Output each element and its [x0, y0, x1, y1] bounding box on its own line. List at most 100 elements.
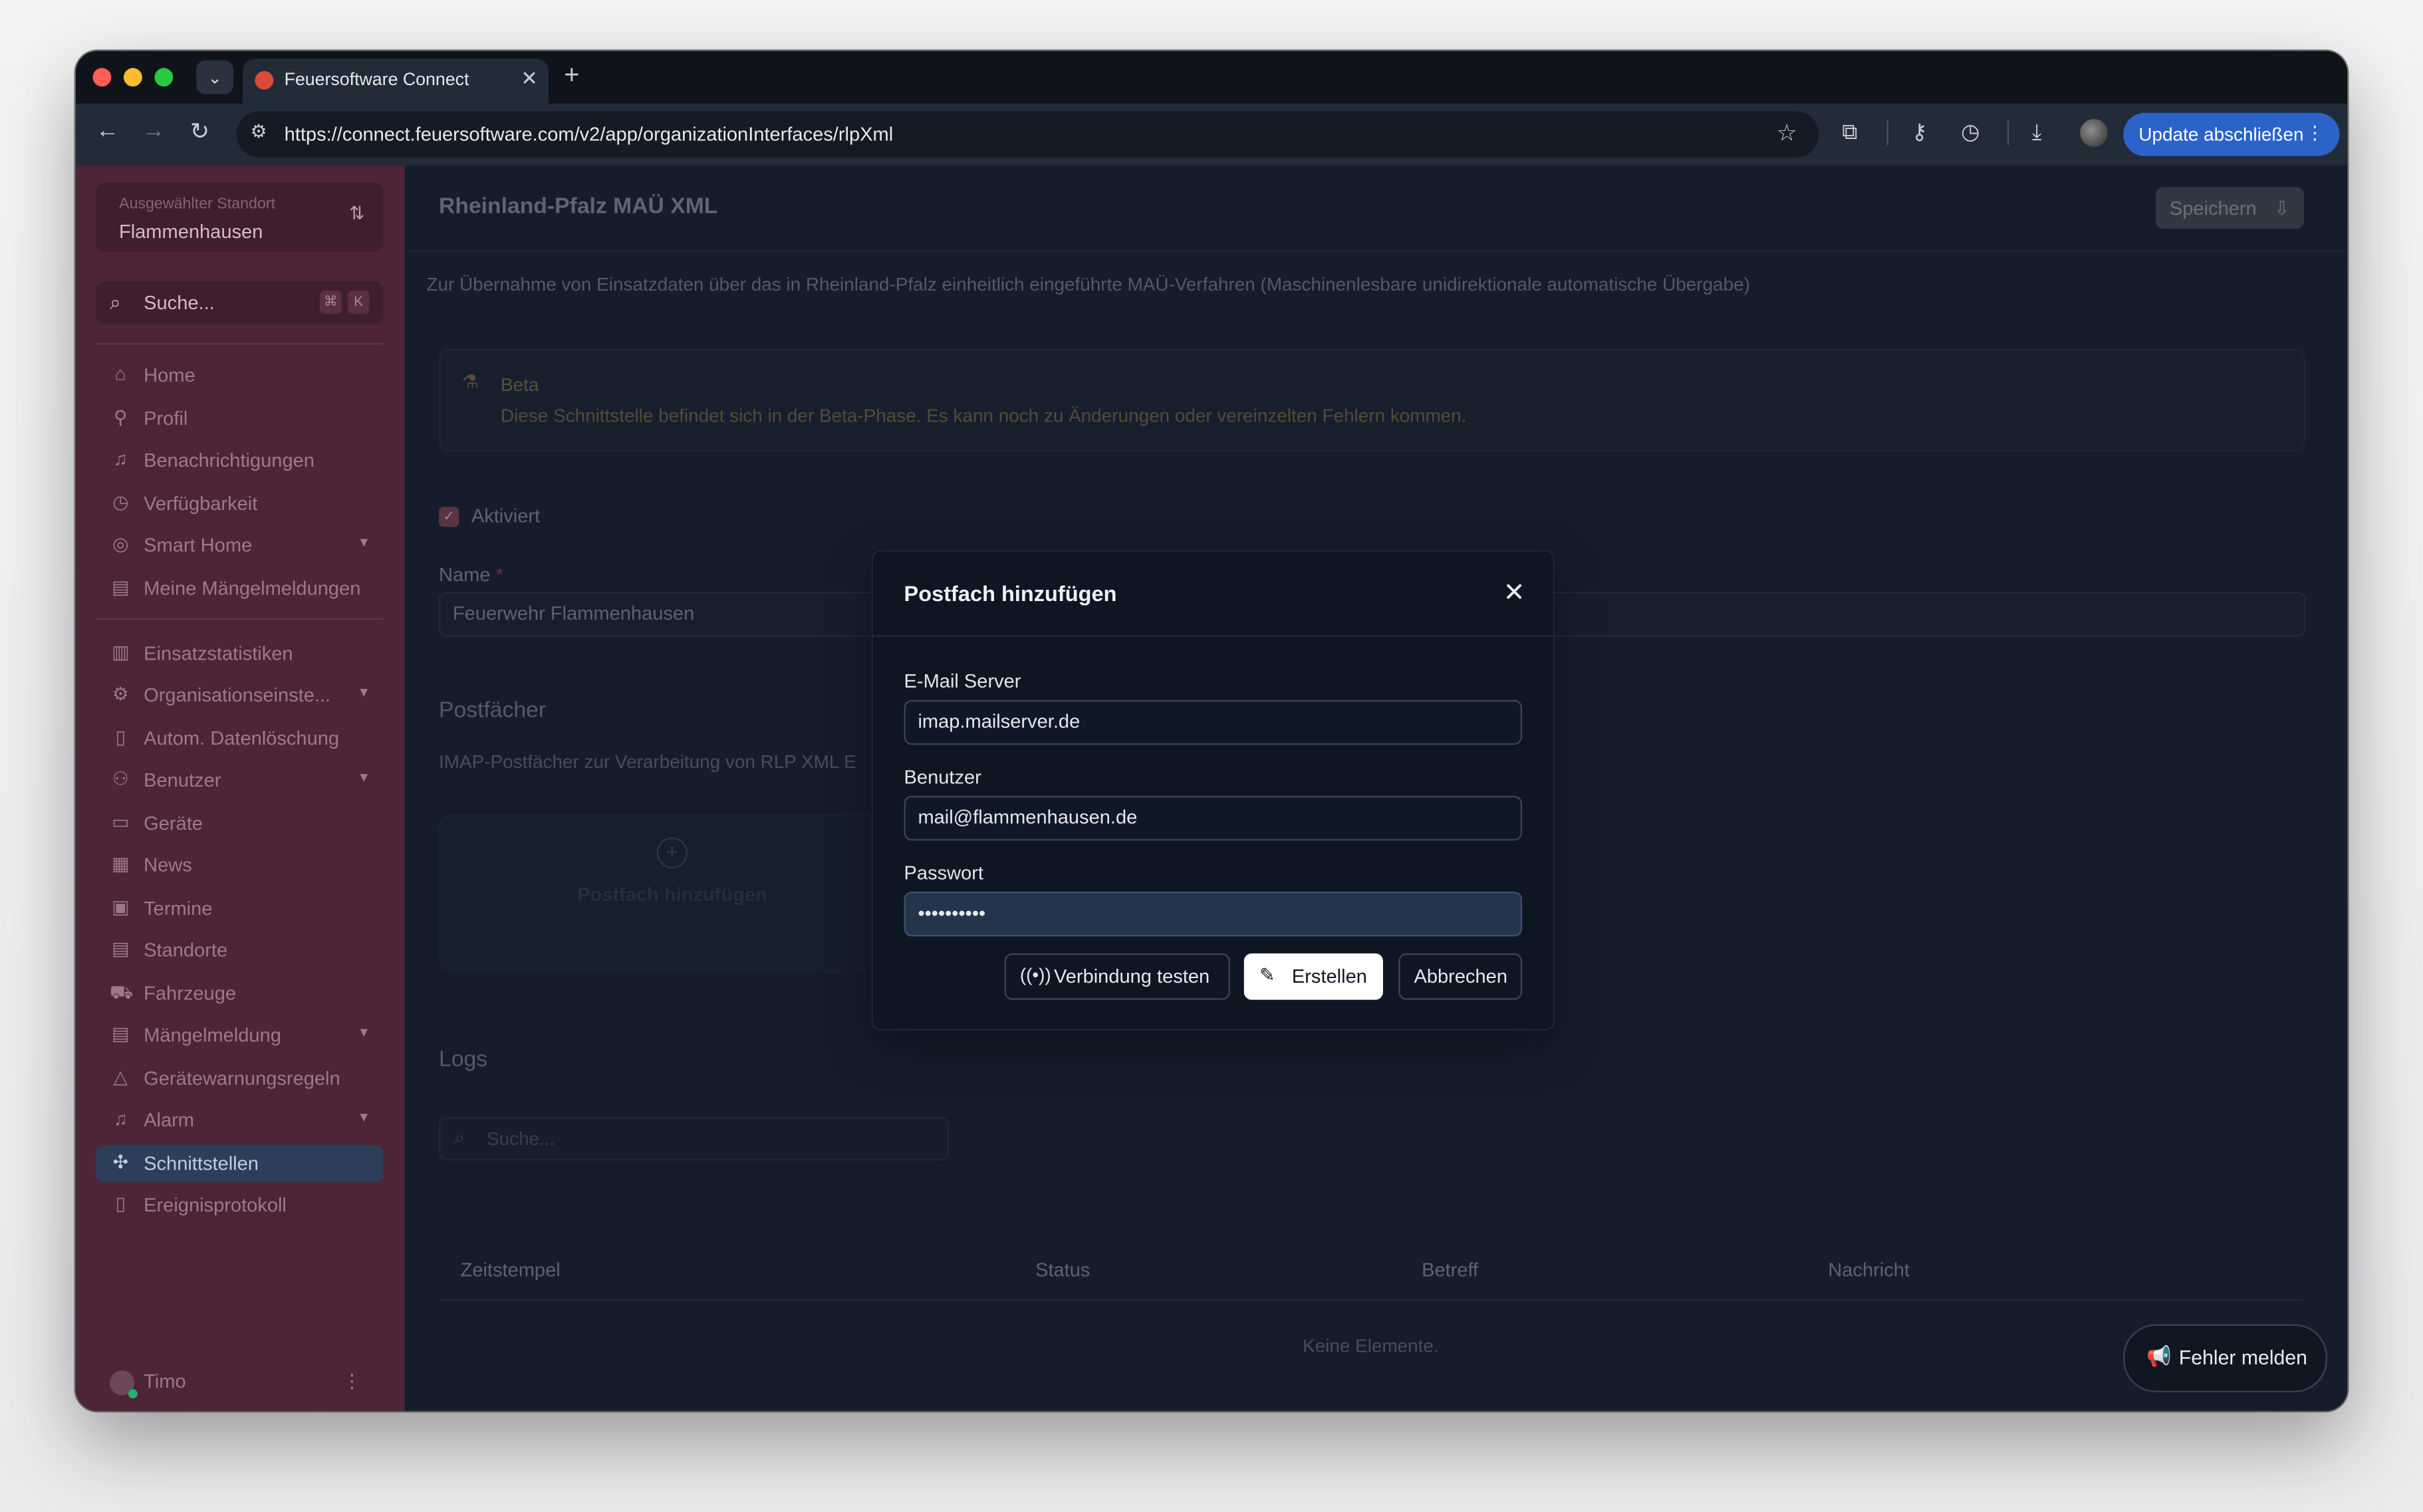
password-label: Passwort	[904, 862, 984, 884]
site-settings-icon[interactable]: ⚙	[250, 120, 267, 142]
url-text: https://connect.feuersoftware.com/v2/app…	[284, 123, 894, 146]
bell-icon: ♫	[113, 1108, 128, 1130]
dialog-title: Postfach hinzufügen	[904, 580, 1117, 606]
newspaper-icon: ▦	[112, 852, 130, 875]
browser-tab[interactable]: Feuersoftware Connect ✕	[242, 59, 549, 104]
sidebar-item-ereignisprotokoll[interactable]: ▯ Ereignisprotokoll	[96, 1187, 383, 1224]
search-icon: ⌕	[110, 290, 121, 314]
clipboard-icon: ▤	[112, 1023, 130, 1045]
sidebar-search[interactable]: ⌕ Suche... ⌘ K	[96, 281, 384, 325]
server-label: E-Mail Server	[904, 670, 1021, 693]
address-bar[interactable]: ⚙ https://connect.feuersoftware.com/v2/a…	[236, 111, 1819, 158]
monitor-icon: ▭	[112, 811, 130, 833]
gear-icon: ⚙	[112, 683, 129, 705]
create-label: Erstellen	[1291, 965, 1367, 988]
minimize-window-button[interactable]	[123, 68, 142, 87]
history-icon[interactable]: ◷	[1961, 119, 1979, 146]
edit-icon: ✎	[1259, 964, 1275, 986]
new-tab-button[interactable]: +	[564, 61, 579, 91]
server-input[interactable]: imap.mailserver.de	[904, 699, 1523, 745]
close-tab-icon[interactable]: ✕	[521, 66, 537, 91]
sidebar-item-smart-home[interactable]: ◎ Smart Home ▾	[96, 527, 383, 564]
cancel-button[interactable]: Abbrechen	[1398, 953, 1523, 1000]
bookmark-star-icon[interactable]: ☆	[1777, 119, 1797, 147]
profile-avatar[interactable]	[2080, 118, 2108, 147]
puzzle-icon: ✣	[112, 1151, 128, 1173]
chevron-down-icon: ▾	[360, 769, 368, 787]
forward-icon[interactable]: →	[142, 118, 166, 144]
sidebar-item-alarm[interactable]: ♫ Alarm ▾	[96, 1102, 383, 1139]
sidebar-item-news[interactable]: ▦ News	[96, 847, 383, 884]
user-menu[interactable]: Timo ⋮	[96, 1364, 383, 1402]
sidebar-item-standorte[interactable]: ▤ Standorte	[96, 932, 383, 969]
back-icon[interactable]: ←	[96, 118, 119, 144]
server-value: imap.mailserver.de	[918, 711, 1081, 733]
tab-search-button[interactable]: ⌄	[196, 60, 233, 94]
tab-bar: ⌄ Feuersoftware Connect ✕ +	[75, 51, 2348, 104]
sidebar-item-benutzer[interactable]: ⚇ Benutzer ▾	[96, 762, 383, 799]
sidebar-item-termine[interactable]: ▣ Termine	[96, 890, 383, 928]
building-icon: ▤	[112, 938, 130, 960]
megaphone-icon: 📢	[2146, 1344, 2172, 1368]
location-value: Flammenhausen	[118, 221, 263, 243]
sidebar-item-schnittstellen[interactable]: ✣ Schnittstellen	[96, 1145, 384, 1182]
home-icon: ⌂	[114, 363, 126, 385]
sidebar-item-home[interactable]: ⌂ Home	[96, 357, 383, 394]
sidebar-item-profil[interactable]: ⚲ Profil	[96, 400, 383, 438]
password-key-icon[interactable]: ⚷	[1912, 119, 1928, 146]
report-bug-button[interactable]: 📢 Fehler melden	[2123, 1324, 2327, 1392]
warning-icon: △	[113, 1066, 128, 1088]
user-icon: ⚲	[114, 406, 128, 428]
browser-toolbar: ← → ↻ ⚙ https://connect.feuersoftware.co…	[75, 103, 2348, 167]
sidebar-item-autom-datenloeschung[interactable]: ▯ Autom. Datenlöschung	[96, 720, 383, 757]
password-input[interactable]: ••••••••••	[904, 891, 1523, 937]
users-icon: ⚇	[112, 768, 129, 790]
tab-title: Feuersoftware Connect	[284, 70, 469, 90]
user-input[interactable]: mail@flammenhausen.de	[904, 795, 1523, 841]
download-icon[interactable]: ⤓	[2032, 119, 2041, 146]
clock-icon: ◷	[112, 491, 129, 513]
chevron-down-icon: ▾	[360, 1109, 368, 1127]
browser-window: ⌄ Feuersoftware Connect ✕ + ← → ↻ ⚙ http…	[75, 51, 2348, 1411]
sidebar-item-einsatzstatistiken[interactable]: ▥ Einsatzstatistiken	[96, 635, 383, 672]
sidebar-search-placeholder: Suche...	[144, 292, 215, 314]
kbd-cmd: ⌘	[320, 290, 342, 314]
location-label: Ausgewählter Standort	[118, 196, 276, 213]
close-window-button[interactable]	[92, 68, 112, 87]
chevron-down-icon: ▾	[360, 535, 368, 552]
chevron-down-icon: ▾	[360, 1024, 368, 1042]
location-selector[interactable]: Ausgewählter Standort Flammenhausen ⇅	[96, 182, 384, 252]
update-button[interactable]: Update abschließen ⋮	[2123, 112, 2340, 156]
cancel-label: Abbrechen	[1414, 965, 1507, 988]
sidebar-item-geraete[interactable]: ▭ Geräte	[96, 805, 383, 842]
sidebar-item-fahrzeuge[interactable]: ⛟ Fahrzeuge	[96, 975, 383, 1012]
user-value: mail@flammenhausen.de	[918, 807, 1138, 828]
calendar-icon: ▣	[112, 896, 130, 918]
favicon-icon	[255, 70, 274, 90]
update-label: Update abschließen	[2138, 123, 2304, 146]
test-connection-button[interactable]: ((•)) Verbindung testen	[1004, 953, 1230, 1000]
password-value: ••••••••••	[918, 902, 986, 924]
trash-icon: ▯	[115, 726, 126, 748]
sidebar-item-organisationseinstellungen[interactable]: ⚙ Organisationseinste... ▾	[96, 677, 383, 714]
extensions-icon[interactable]: ⧉	[1842, 119, 1857, 146]
more-vertical-icon[interactable]: ⋮	[342, 1369, 362, 1392]
create-button[interactable]: ✎ Erstellen	[1243, 953, 1383, 1000]
user-label: Benutzer	[904, 766, 981, 789]
sidebar: Ausgewählter Standort Flammenhausen ⇅ ⌕ …	[75, 165, 405, 1411]
reload-icon[interactable]: ↻	[190, 118, 209, 146]
maximize-window-button[interactable]	[154, 68, 174, 87]
sidebar-item-meine-maengelmeldungen[interactable]: ▤ Meine Mängelmeldungen	[96, 570, 383, 608]
report-bug-label: Fehler melden	[2178, 1346, 2307, 1370]
close-icon[interactable]: ✕	[1503, 578, 1525, 608]
chevron-down-icon: ⌄	[207, 68, 222, 88]
sidebar-item-maengelmeldung[interactable]: ▤ Mängelmeldung ▾	[96, 1017, 383, 1054]
smart-home-icon: ◎	[112, 533, 129, 555]
sidebar-item-verfuegbarkeit[interactable]: ◷ Verfügbarkeit	[96, 485, 383, 523]
broadcast-icon: ((•))	[1019, 964, 1051, 986]
sidebar-item-benachrichtigungen[interactable]: ♫ Benachrichtigungen	[96, 442, 383, 479]
online-status-icon	[128, 1389, 138, 1399]
file-icon: ▯	[115, 1193, 126, 1215]
more-vertical-icon: ⋮	[2305, 122, 2325, 144]
sidebar-item-geraetewarnungsregeln[interactable]: △ Gerätewarnungsregeln	[96, 1060, 383, 1097]
